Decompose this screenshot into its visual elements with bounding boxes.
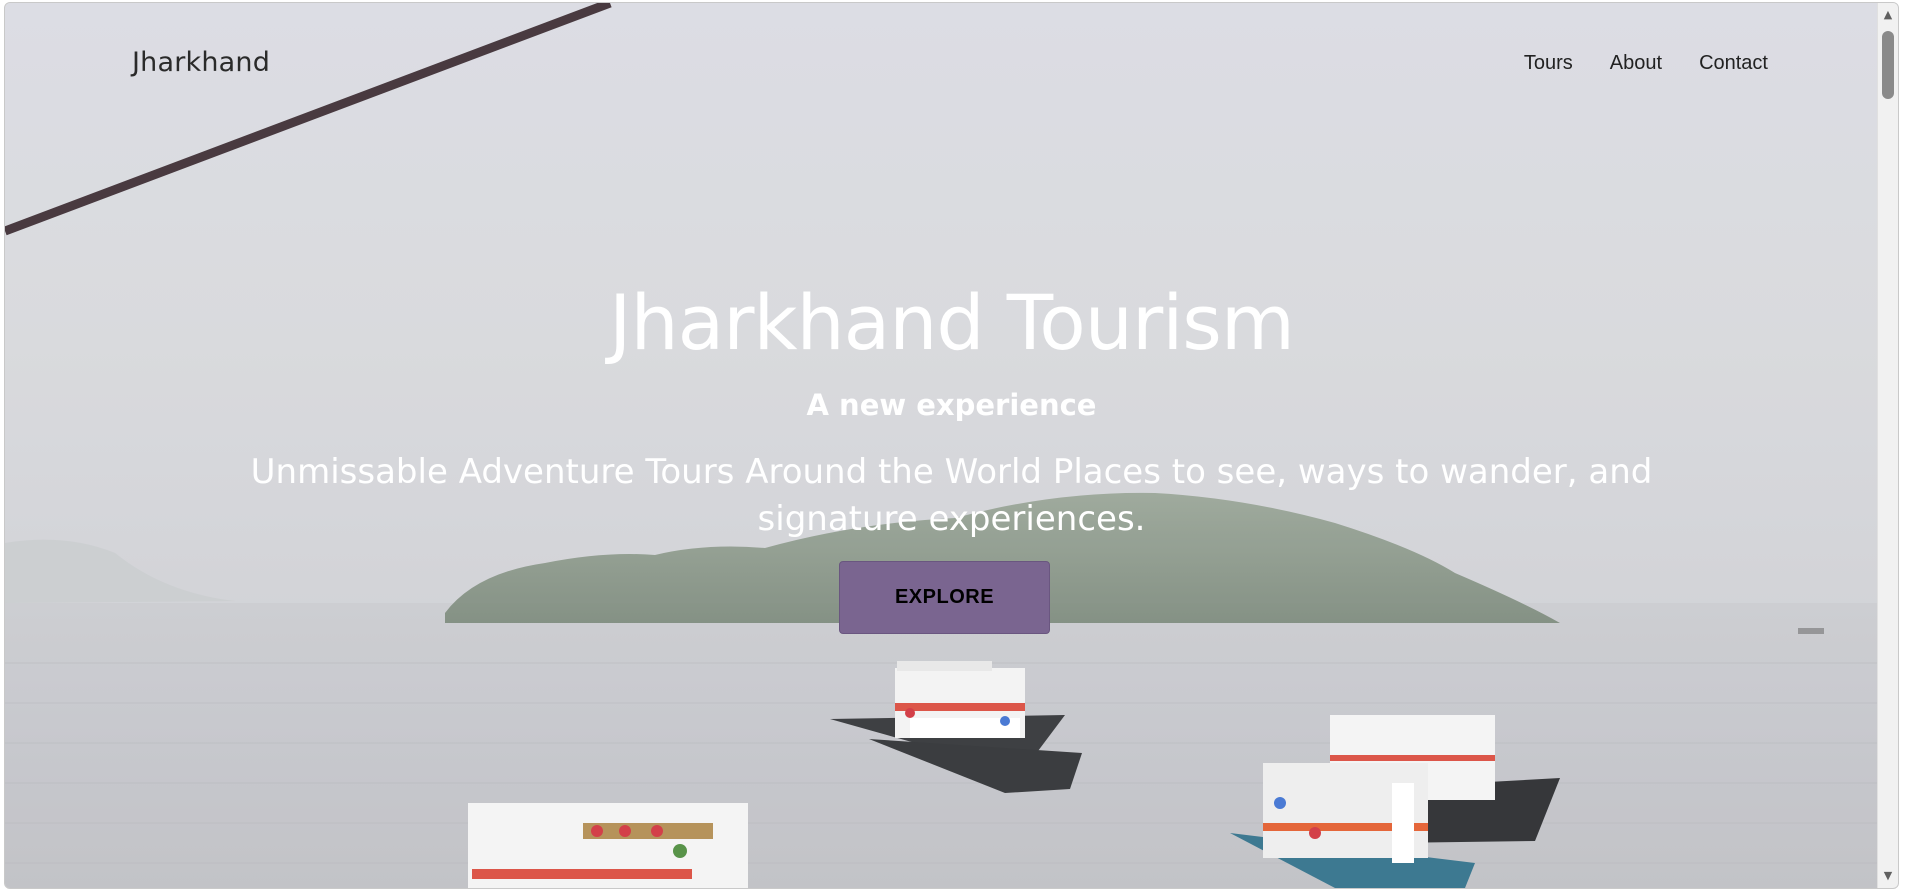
scroll-down-arrow-icon[interactable]: ▼ xyxy=(1882,870,1894,882)
brand-logo-link[interactable]: Jharkhand xyxy=(132,47,270,78)
top-navigation: Jharkhand Tours About Contact xyxy=(5,3,1898,128)
hero-content: Jharkhand Tourism A new experience Unmis… xyxy=(5,273,1898,543)
vertical-scrollbar[interactable]: ▲ ▼ xyxy=(1877,3,1898,888)
hero-section: Jharkhand Tours About Contact Jharkhand … xyxy=(5,3,1898,888)
browser-viewport: Jharkhand Tours About Contact Jharkhand … xyxy=(4,2,1899,889)
nav-link-tours[interactable]: Tours xyxy=(1524,52,1573,75)
hero-subtitle: A new experience xyxy=(806,388,1097,422)
hero-title: Jharkhand Tourism xyxy=(609,278,1295,367)
hero-description: Unmissable Adventure Tours Around the Wo… xyxy=(250,452,1653,539)
nav-menu: Tours About Contact xyxy=(1524,52,1768,75)
nav-link-contact[interactable]: Contact xyxy=(1699,52,1768,75)
nav-link-about[interactable]: About xyxy=(1610,52,1662,75)
scroll-up-arrow-icon[interactable]: ▲ xyxy=(1882,9,1894,21)
explore-button[interactable]: EXPLORE xyxy=(839,561,1050,634)
scrollbar-thumb[interactable] xyxy=(1882,31,1894,99)
